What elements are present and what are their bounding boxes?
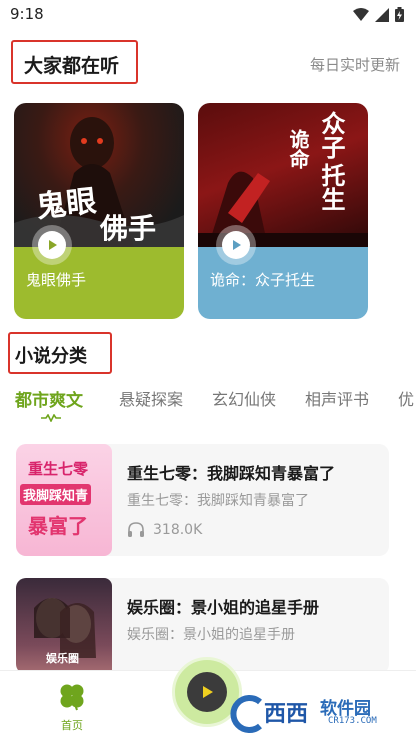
play-count: 318.0K [127, 522, 202, 538]
cover-title-text-1: 众子 [317, 111, 346, 159]
watermark-logo-icon [230, 695, 262, 733]
thumb-text-3: 暴富了 [28, 514, 88, 538]
category-tabs: 都市爽文 悬疑探案 玄幻仙侠 相声评书 优 [0, 386, 416, 426]
book-card-guiyan[interactable]: 鬼眼 佛手 鬼眼佛手 [14, 103, 184, 319]
book-cover: 鬼眼 佛手 [14, 103, 184, 247]
status-time: 9:18 [10, 5, 44, 23]
section-title-listening: 大家都在听 [24, 55, 120, 77]
book-card-guiming[interactable]: 众子 托生 诡命 诡命：众子托生 [198, 103, 368, 319]
daily-update-subtitle: 每日实时更新 [309, 56, 400, 74]
thumb-text-2: 我脚踩知青 [20, 484, 92, 505]
watermark-sub: CR173.COM [328, 716, 377, 726]
play-icon [49, 240, 57, 250]
cover-title-text-2: 佛手 [100, 212, 157, 245]
active-tab-indicator [41, 414, 61, 422]
status-icons [353, 7, 404, 22]
thumb-text-1: 重生七零 [28, 460, 89, 478]
book-title-label: 诡命：众子托生 [210, 271, 316, 289]
tab-xiangsheng[interactable]: 相声评书 [305, 386, 369, 410]
novel-thumbnail: 娱乐圈 [16, 578, 112, 674]
book-title-label: 鬼眼佛手 [26, 271, 87, 289]
thumb-text-1: 娱乐圈 [46, 652, 79, 665]
play-icon [203, 686, 213, 698]
novel-description: 娱乐圈：景小姐的追星手册 [127, 627, 295, 643]
signal-icon [375, 7, 389, 22]
play-button[interactable] [32, 225, 72, 265]
tab-xuanhuan[interactable]: 玄幻仙侠 [212, 386, 276, 410]
novel-thumbnail: 重生七零 我脚踩知青 暴富了 [16, 444, 112, 556]
watermark: 西西 软件园 CR173.COM [228, 690, 414, 736]
tab-xuanyi[interactable]: 悬疑探案 [119, 386, 183, 410]
play-button[interactable] [216, 225, 256, 265]
nav-home-label: 首页 [61, 719, 83, 732]
play-count-value: 318.0K [153, 522, 203, 538]
cover-title-text-2: 托生 [317, 163, 346, 211]
play-icon [233, 240, 241, 250]
headphones-icon [128, 522, 144, 537]
clover-icon [60, 684, 84, 711]
wifi-icon [353, 7, 369, 21]
cover-title-text-1: 鬼眼 [34, 183, 99, 226]
novel-title: 娱乐圈：景小姐的追星手册 [127, 598, 320, 617]
cover-title-text-3: 诡命 [286, 129, 310, 169]
book-cover: 众子 托生 诡命 [198, 103, 368, 247]
watermark-logo: 西西 [264, 702, 309, 727]
tab-more[interactable]: 优 [398, 386, 414, 410]
novel-list-item[interactable]: 重生七零 我脚踩知青 暴富了 重生七零：我脚踩知青暴富了 重生七零：我脚踩知青暴… [16, 444, 389, 556]
novel-title: 重生七零：我脚踩知青暴富了 [127, 464, 336, 483]
novel-description: 重生七零：我脚踩知青暴富了 [127, 493, 309, 509]
tab-dushi[interactable]: 都市爽文 [15, 386, 83, 411]
status-bar: 9:18 [0, 0, 416, 30]
nav-home[interactable]: 首页 [52, 681, 92, 733]
battery-icon [395, 7, 404, 22]
section-title-categories: 小说分类 [15, 346, 87, 367]
